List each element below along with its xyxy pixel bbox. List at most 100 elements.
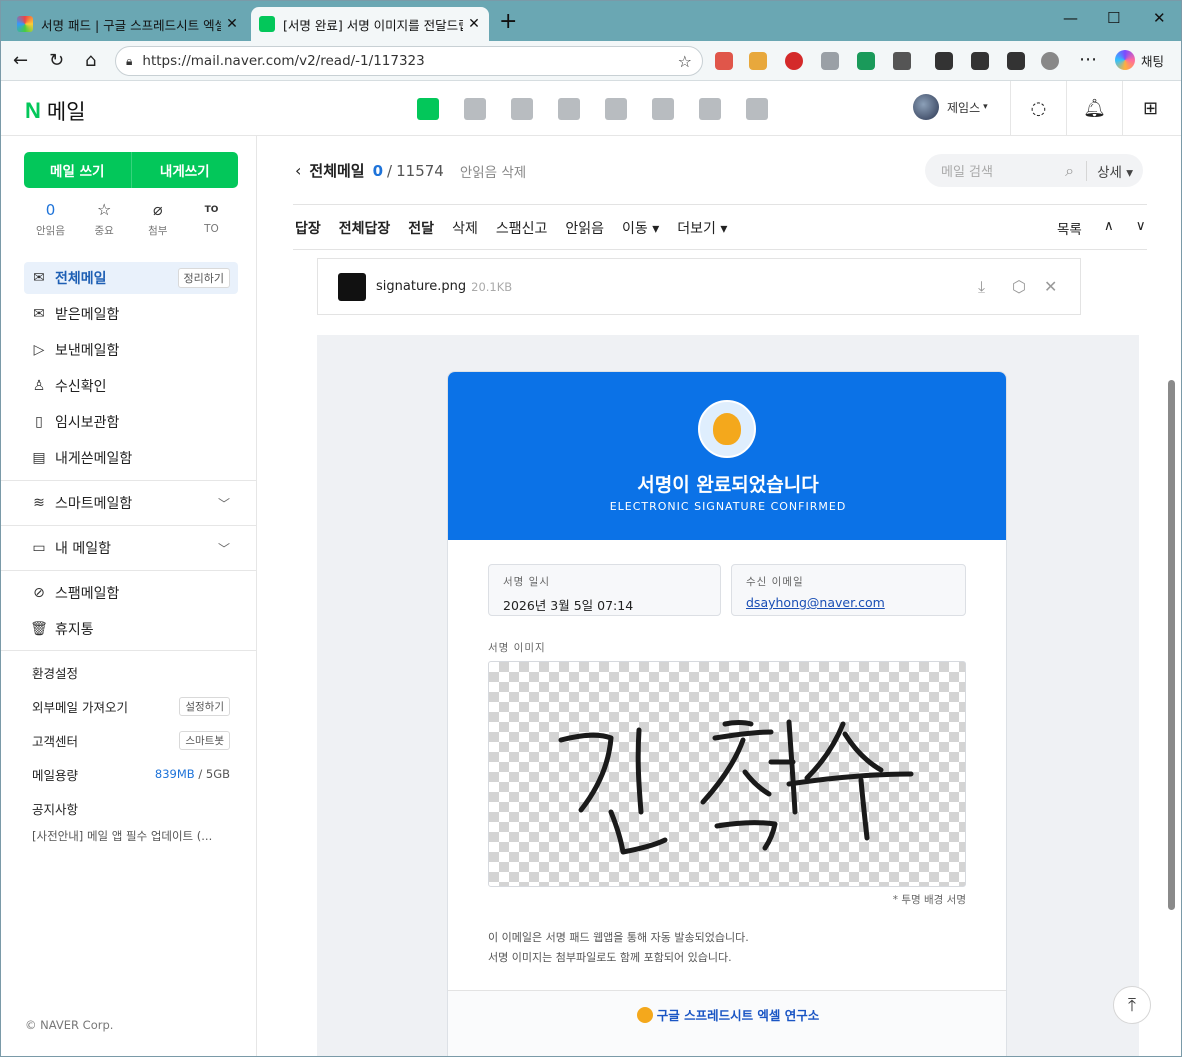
folder-my[interactable]: ▭ 내 메일함 ﹀ [24, 532, 238, 564]
scrollbar-thumb[interactable] [1168, 380, 1175, 910]
extension-icon[interactable] [821, 52, 839, 70]
favorite-star-icon[interactable]: ☆ [678, 52, 692, 71]
notice-item[interactable]: [사전안내] 메일 앱 필수 업데이트 (... [32, 828, 232, 844]
list-nav: 목록 ∧ ∨ [1057, 218, 1146, 238]
folder-icon: ▭ [32, 540, 46, 556]
filter-to[interactable]: TO TO [185, 200, 238, 238]
naver-mail-logo[interactable]: N 메일 [25, 96, 86, 126]
reply-all-button[interactable]: 전체답장 [339, 218, 391, 238]
save-to-cloud-icon[interactable]: ⬡ [1012, 277, 1026, 296]
folder-read-receipt[interactable]: ♙ 수신확인 [24, 370, 238, 402]
compose-button[interactable]: 메일 쓰기 [24, 152, 131, 188]
next-mail-icon[interactable]: ∨ [1136, 218, 1146, 238]
chat-icon[interactable]: ◌ [1010, 81, 1066, 136]
file-icon: ▯ [35, 414, 43, 430]
organize-button[interactable]: 정리하기 [177, 268, 230, 288]
back-chevron-icon[interactable]: ‹ [295, 161, 301, 180]
filter-attachment[interactable]: ⌀ 첨부 [131, 200, 184, 238]
maximize-icon[interactable]: ☐ [1107, 9, 1120, 27]
calendar-app-icon[interactable] [464, 98, 486, 120]
settings-link[interactable]: 환경설정 [32, 661, 230, 683]
import-row[interactable]: 외부메일 가져오기 설정하기 [32, 695, 230, 717]
adblock-icon[interactable] [785, 52, 803, 70]
divider [293, 204, 1147, 205]
folder-all[interactable]: ✉ 전체메일 정리하기 [24, 262, 238, 294]
bell-icon[interactable]: 🔔︎ [1066, 81, 1122, 136]
signature-note: * 투명 배경 서명 [892, 894, 966, 906]
delete-button[interactable]: 삭제 [452, 218, 478, 238]
search-input[interactable]: 메일 검색 ⌕ 상세 ▾ [925, 154, 1143, 187]
brand-link[interactable]: 구글 스프레드시트 엑셀 연구소 [448, 1005, 1006, 1024]
import-settings-button[interactable]: 설정하기 [179, 696, 230, 716]
tab-signature-pad[interactable]: 서명 패드 | 구글 스프레드시트 엑셀 ✕ [9, 7, 247, 41]
new-tab-button[interactable]: + [499, 9, 517, 34]
recipient-email-link[interactable]: dsayhong@naver.com [746, 595, 951, 610]
attachment-item[interactable]: signature.png 20.1KB ⤓ ⬡ ✕ [317, 258, 1081, 315]
pay-app-icon[interactable] [699, 98, 721, 120]
reply-button[interactable]: 답장 [295, 218, 321, 238]
tab-mail[interactable]: [서명 완료] 서명 이미지를 전달드립니다 ✕ [251, 7, 489, 41]
mark-unread-button[interactable]: 안읽음 [565, 218, 604, 238]
app-grid-icon[interactable]: ⊞ [1122, 81, 1178, 136]
folder-spam[interactable]: ⊘ 스팸메일함 [24, 577, 238, 609]
prev-mail-icon[interactable]: ∧ [1104, 218, 1114, 238]
minimize-icon[interactable]: — [1063, 9, 1078, 27]
capacity-row: 메일용량 839MB / 5GB [32, 767, 230, 783]
compose-group: 메일 쓰기 내게쓰기 [24, 152, 238, 188]
close-icon[interactable]: ✕ [1044, 277, 1057, 296]
folder-smart[interactable]: ≋ 스마트메일함 ﹀ [24, 487, 238, 519]
delete-unread-button[interactable]: 안읽음 삭제 [460, 161, 526, 181]
signature-drawing [558, 719, 914, 855]
filter-unread[interactable]: 0 안읽음 [24, 200, 77, 238]
puzzle-icon[interactable] [893, 52, 911, 70]
copilot-chat-button[interactable]: 채팅 [1115, 50, 1164, 70]
page-title[interactable]: 전체메일 [309, 160, 364, 181]
extension-icon[interactable] [857, 52, 875, 70]
folder-sent[interactable]: ▷ 보낸메일함 [24, 334, 238, 366]
extension-icon[interactable] [715, 52, 733, 70]
filter-important[interactable]: ☆ 중요 [78, 200, 131, 238]
chevron-down-icon[interactable]: ﹀ [218, 540, 230, 557]
more-icon[interactable]: ⋯ [1079, 49, 1097, 70]
close-icon[interactable]: ✕ [467, 16, 481, 32]
download-icon[interactable]: ⤓ [978, 277, 985, 297]
inbox-icon: ✉ [33, 306, 45, 322]
home-icon[interactable]: ⌂ [85, 50, 96, 71]
profile-icon[interactable] [1041, 52, 1059, 70]
search-detail-button[interactable]: 상세 ▾ [1086, 160, 1143, 181]
forward-button[interactable]: 전달 [408, 218, 434, 238]
support-row[interactable]: 고객센터 스마트봇 [32, 729, 230, 751]
scroll-to-top-button[interactable]: ⤒ [1113, 986, 1151, 1024]
folder-inbox[interactable]: ✉ 받은메일함 [24, 298, 238, 330]
contacts-app-icon[interactable] [558, 98, 580, 120]
folder-drafts[interactable]: ▯ 임시보관함 [24, 406, 238, 438]
refresh-icon[interactable]: ↻ [49, 50, 64, 71]
memo-app-icon[interactable] [511, 98, 533, 120]
notice-title[interactable]: 공지사항 [32, 797, 230, 819]
download-icon[interactable] [971, 52, 989, 70]
person-icon: ♙ [32, 378, 46, 394]
profile-menu[interactable]: 제임스 ▾ [913, 94, 988, 120]
list-button[interactable]: 목록 [1057, 218, 1082, 238]
bookmark-app-icon[interactable] [746, 98, 768, 120]
report-spam-button[interactable]: 스팸신고 [496, 218, 548, 238]
mybox-app-icon[interactable] [605, 98, 627, 120]
media-icon[interactable] [935, 52, 953, 70]
close-window-icon[interactable]: ✕ [1153, 9, 1166, 27]
folder-trash[interactable]: 🗑︎ 휴지통 [24, 613, 238, 645]
folder-to-self[interactable]: ▤ 내게쓴메일함 [24, 442, 238, 474]
smartbot-button[interactable]: 스마트봇 [179, 730, 230, 750]
mail-app-icon[interactable] [417, 98, 439, 120]
back-icon[interactable]: ← [13, 50, 28, 71]
todo-app-icon[interactable] [652, 98, 674, 120]
close-icon[interactable]: ✕ [225, 16, 239, 32]
health-icon[interactable] [1007, 52, 1025, 70]
url-field[interactable]: 🔒︎ https://mail.naver.com/v2/read/-1/117… [115, 46, 703, 76]
more-button[interactable]: 더보기 ▾ [677, 218, 727, 238]
divider [293, 249, 1147, 250]
move-button[interactable]: 이동 ▾ [622, 218, 659, 238]
search-icon[interactable]: ⌕ [1065, 161, 1074, 181]
compose-self-button[interactable]: 내게쓰기 [130, 152, 239, 188]
extension-icon[interactable] [749, 52, 767, 70]
chevron-down-icon[interactable]: ﹀ [218, 495, 230, 512]
